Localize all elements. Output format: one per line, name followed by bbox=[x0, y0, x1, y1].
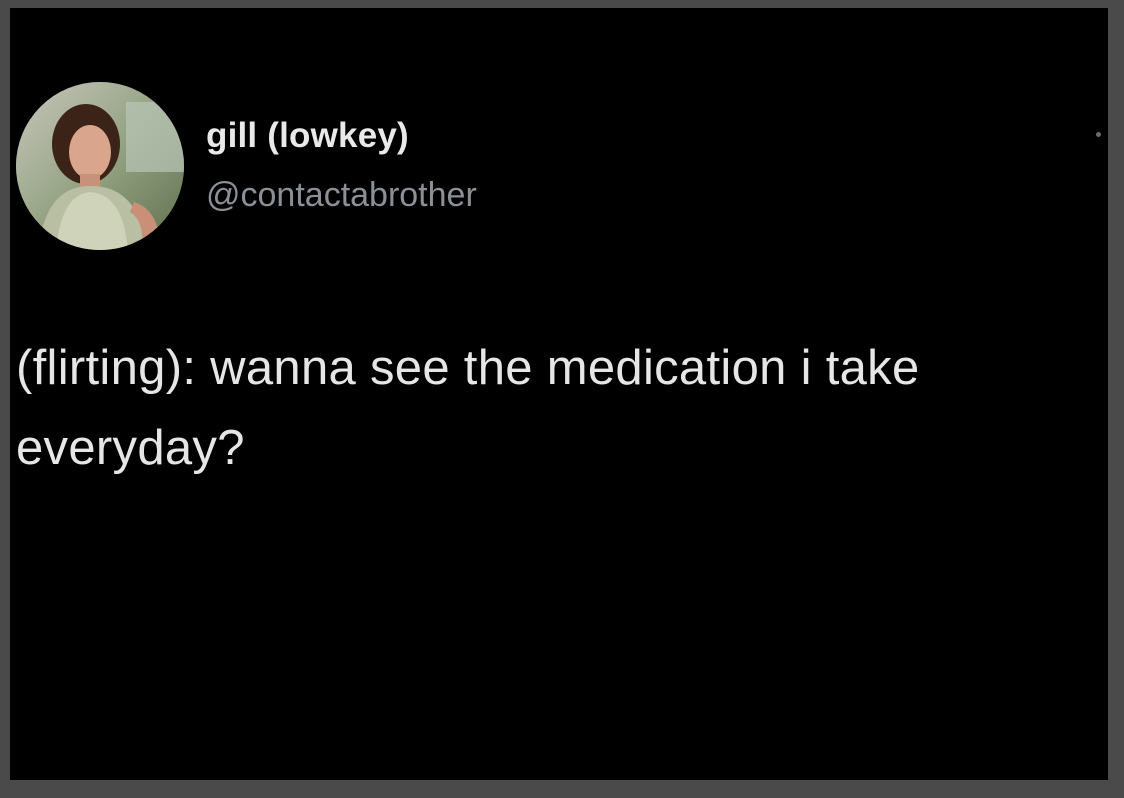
more-dot-icon[interactable] bbox=[1096, 132, 1101, 137]
avatar[interactable] bbox=[16, 82, 184, 250]
profile-photo-image bbox=[16, 82, 184, 250]
display-name[interactable]: gill (lowkey) bbox=[206, 116, 409, 156]
tweet-card[interactable]: gill (lowkey) @contactabrother (flirting… bbox=[10, 8, 1108, 780]
screenshot-frame: gill (lowkey) @contactabrother (flirting… bbox=[0, 0, 1124, 798]
tweet-text: (flirting): wanna see the medication i t… bbox=[16, 341, 920, 475]
user-handle[interactable]: @contactabrother bbox=[206, 176, 477, 215]
